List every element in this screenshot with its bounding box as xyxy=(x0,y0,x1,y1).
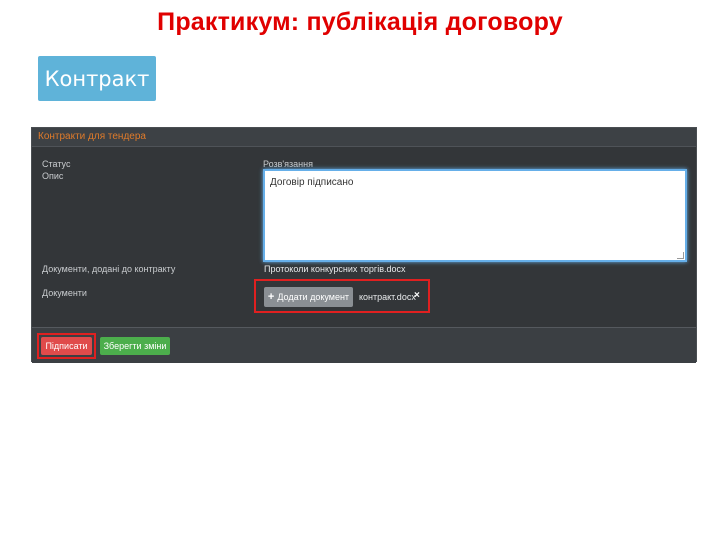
add-document-label: Додати документ xyxy=(277,292,350,302)
documents-label: Документи xyxy=(42,288,87,298)
status-label: Статус xyxy=(42,159,71,169)
uploaded-file-name: контракт.docx xyxy=(359,292,416,302)
resolution-text: Договір підписано xyxy=(270,177,354,188)
plus-icon: + xyxy=(267,291,275,303)
documents-added-label: Документи, додані до контракту xyxy=(42,264,176,274)
existing-document-link[interactable]: Протоколи конкурсних торгів.docx xyxy=(264,264,406,274)
panel-header: Контракти для тендера xyxy=(32,128,696,147)
save-changes-button[interactable]: Зберегти зміни xyxy=(100,337,170,355)
panel-footer: Підписати Зберегти зміни xyxy=(32,327,696,363)
sign-button[interactable]: Підписати xyxy=(41,337,92,355)
resolution-textarea[interactable]: Договір підписано xyxy=(263,169,687,262)
contract-panel: Контракти для тендера Статус Опис Розв'я… xyxy=(31,127,697,363)
resolution-label: Розв'язання xyxy=(263,159,313,169)
description-label: Опис xyxy=(42,171,64,181)
resize-grip-icon[interactable] xyxy=(677,252,684,259)
slide-title: Практикум: публікація договору xyxy=(157,8,563,36)
contract-button[interactable]: Контракт xyxy=(38,56,156,101)
panel-title: Контракти для тендера xyxy=(38,131,146,142)
add-document-button[interactable]: + Додати документ xyxy=(264,287,353,307)
remove-file-icon[interactable]: × xyxy=(414,290,420,301)
